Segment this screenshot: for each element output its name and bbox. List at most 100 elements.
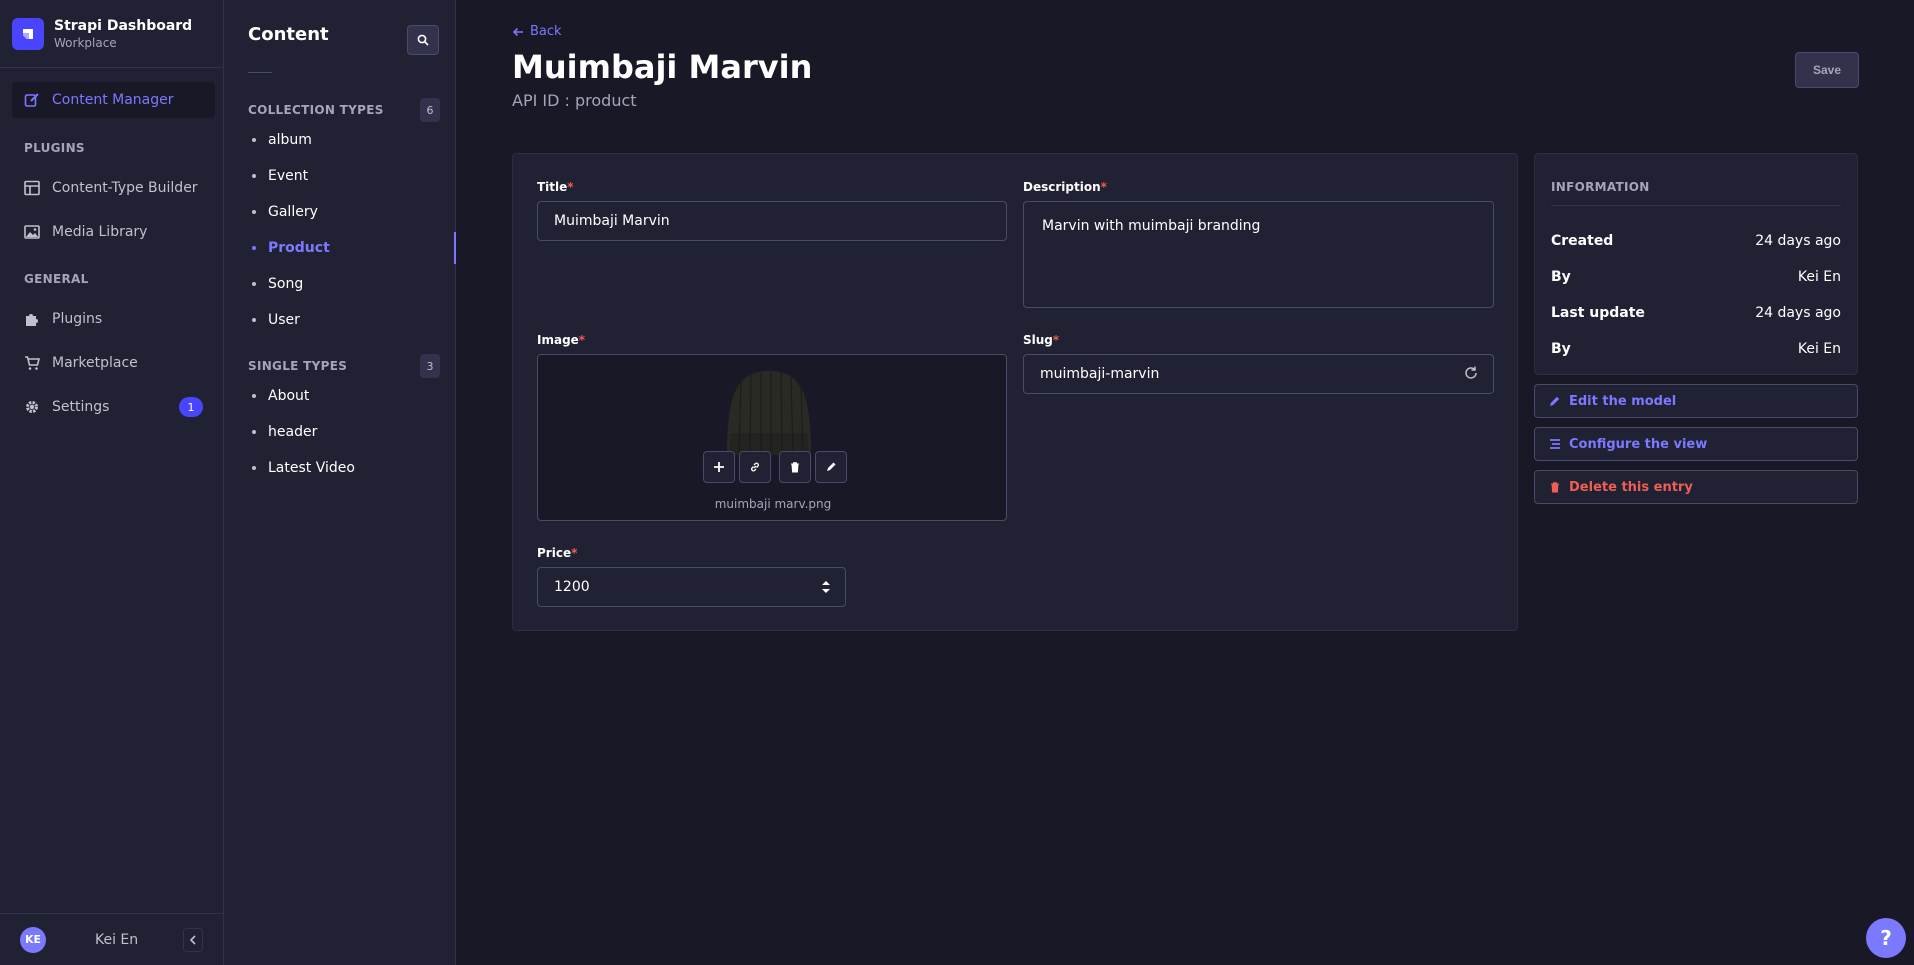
chevron-left-icon bbox=[189, 934, 196, 945]
nav-marketplace-label: Marketplace bbox=[52, 355, 138, 371]
settings-badge: 1 bbox=[179, 397, 203, 417]
copy-link-button[interactable] bbox=[739, 451, 771, 483]
back-link[interactable]: Back bbox=[512, 24, 562, 39]
layout-icon bbox=[24, 180, 40, 196]
bullet-icon bbox=[252, 466, 256, 470]
collection-types-label: COLLECTION TYPES bbox=[248, 103, 384, 117]
nav-settings[interactable]: Settings 1 bbox=[12, 389, 215, 425]
arrow-left-icon bbox=[512, 27, 523, 36]
nav-plugins[interactable]: Plugins bbox=[12, 301, 215, 337]
nav-content-manager-label: Content Manager bbox=[52, 92, 174, 108]
nav-section-general: GENERAL bbox=[24, 272, 89, 286]
subnav-title: Content bbox=[248, 24, 329, 45]
subnav-item-user[interactable]: User bbox=[248, 304, 456, 336]
edit-model-label: Edit the model bbox=[1569, 393, 1677, 409]
avatar[interactable]: KE bbox=[20, 926, 46, 953]
info-value: 24 days ago bbox=[1755, 233, 1841, 249]
info-value: Kei En bbox=[1797, 269, 1841, 285]
add-image-button[interactable] bbox=[703, 451, 735, 483]
info-value: Kei En bbox=[1797, 341, 1841, 357]
info-key: By bbox=[1551, 341, 1571, 357]
single-types-header[interactable]: SINGLE TYPES 3 bbox=[248, 354, 440, 378]
nav-section-plugins: PLUGINS bbox=[24, 141, 85, 155]
subnav-item-label: Latest Video bbox=[268, 460, 355, 476]
strapi-logo-icon bbox=[12, 17, 44, 50]
pencil-icon bbox=[1550, 396, 1560, 406]
subnav-item-latest-video[interactable]: Latest Video bbox=[248, 452, 456, 484]
title-label-text: Title bbox=[537, 180, 568, 194]
api-id: API ID : product bbox=[512, 91, 637, 110]
delete-entry-label: Delete this entry bbox=[1569, 479, 1693, 495]
edit-image-button[interactable] bbox=[815, 451, 847, 483]
subnav-item-header[interactable]: header bbox=[248, 416, 456, 448]
brand-subtitle: Workplace bbox=[54, 35, 117, 50]
title-input[interactable]: Muimbaji Marvin bbox=[537, 201, 1007, 241]
nav-media-library[interactable]: Media Library bbox=[12, 214, 215, 250]
trash-icon bbox=[1551, 482, 1559, 493]
main-nav: Strapi Dashboard Workplace Content Manag… bbox=[0, 0, 224, 965]
subnav-item-label: About bbox=[268, 388, 310, 404]
subnav-search-button[interactable] bbox=[407, 25, 439, 55]
nav-marketplace[interactable]: Marketplace bbox=[12, 345, 215, 381]
link-icon bbox=[751, 462, 759, 472]
nav-content-type-builder[interactable]: Content-Type Builder bbox=[12, 170, 215, 206]
single-types-label: SINGLE TYPES bbox=[248, 359, 348, 373]
info-key: By bbox=[1551, 269, 1571, 285]
collapse-nav-button[interactable] bbox=[183, 927, 203, 952]
subnav-item-song[interactable]: Song bbox=[248, 268, 456, 300]
required-mark: * bbox=[1052, 333, 1060, 347]
refresh-icon[interactable] bbox=[1463, 365, 1479, 381]
nav-footer: KE Kei En bbox=[0, 913, 223, 965]
subnav-item-label: Gallery bbox=[268, 204, 318, 220]
single-types-count: 3 bbox=[420, 354, 440, 378]
delete-entry-button[interactable]: Delete this entry bbox=[1534, 470, 1858, 504]
subnav-item-about[interactable]: About bbox=[248, 380, 456, 412]
description-label: Description* bbox=[1023, 180, 1107, 194]
nav-content-manager[interactable]: Content Manager bbox=[12, 82, 215, 118]
subnav-item-gallery[interactable]: Gallery bbox=[248, 196, 456, 228]
price-label: Price* bbox=[537, 546, 577, 560]
image-label: Image* bbox=[537, 333, 585, 347]
required-mark: * bbox=[567, 180, 574, 194]
subnav-item-label: Event bbox=[268, 168, 309, 184]
brand: Strapi Dashboard Workplace bbox=[0, 0, 223, 68]
description-textarea[interactable]: Marvin with muimbaji branding bbox=[1023, 201, 1494, 308]
configure-view-button[interactable]: Configure the view bbox=[1534, 427, 1858, 461]
bullet-icon bbox=[252, 246, 256, 250]
info-row-created: Created 24 days ago bbox=[1551, 233, 1841, 249]
save-button[interactable]: Save bbox=[1795, 52, 1859, 88]
plus-icon bbox=[714, 462, 724, 472]
information-heading: INFORMATION bbox=[1551, 180, 1650, 194]
edit-form: Title* Muimbaji Marvin Description* Marv… bbox=[512, 153, 1518, 631]
required-mark: * bbox=[578, 333, 586, 347]
configure-view-label: Configure the view bbox=[1569, 436, 1708, 452]
slug-input[interactable]: muimbaji-marvin bbox=[1023, 354, 1494, 394]
required-mark: * bbox=[1100, 180, 1107, 194]
content-subnav: Content COLLECTION TYPES 6 album Event G… bbox=[224, 0, 456, 965]
subnav-item-product[interactable]: Product bbox=[248, 232, 456, 264]
help-button[interactable]: ? bbox=[1866, 918, 1906, 958]
subnav-divider bbox=[248, 72, 272, 73]
image-icon bbox=[24, 224, 40, 240]
image-filename: muimbaji marv.png bbox=[714, 497, 832, 511]
shopping-cart-icon bbox=[24, 355, 40, 371]
trash-icon bbox=[791, 462, 799, 473]
edit-model-button[interactable]: Edit the model bbox=[1534, 384, 1858, 418]
price-input[interactable]: 1200 bbox=[537, 567, 846, 607]
stepper-arrows-icon[interactable] bbox=[821, 579, 831, 595]
subnav-item-event[interactable]: Event bbox=[248, 160, 456, 192]
subnav-item-album[interactable]: album bbox=[248, 124, 456, 156]
info-key: Created bbox=[1551, 233, 1614, 249]
info-row-updated-by: By Kei En bbox=[1551, 341, 1841, 357]
collection-types-header[interactable]: COLLECTION TYPES 6 bbox=[248, 98, 440, 122]
info-key: Last update bbox=[1551, 305, 1645, 321]
info-row-last-update: Last update 24 days ago bbox=[1551, 305, 1841, 321]
price-value: 1200 bbox=[554, 579, 590, 595]
image-dropzone[interactable]: muimbaji marv.png bbox=[537, 354, 1007, 521]
pencil-icon bbox=[827, 462, 836, 471]
slug-label-text: Slug bbox=[1023, 333, 1053, 347]
delete-image-button[interactable] bbox=[779, 451, 811, 483]
user-name[interactable]: Kei En bbox=[95, 932, 138, 948]
pen-write-icon bbox=[24, 92, 40, 108]
image-label-text: Image bbox=[537, 333, 579, 347]
